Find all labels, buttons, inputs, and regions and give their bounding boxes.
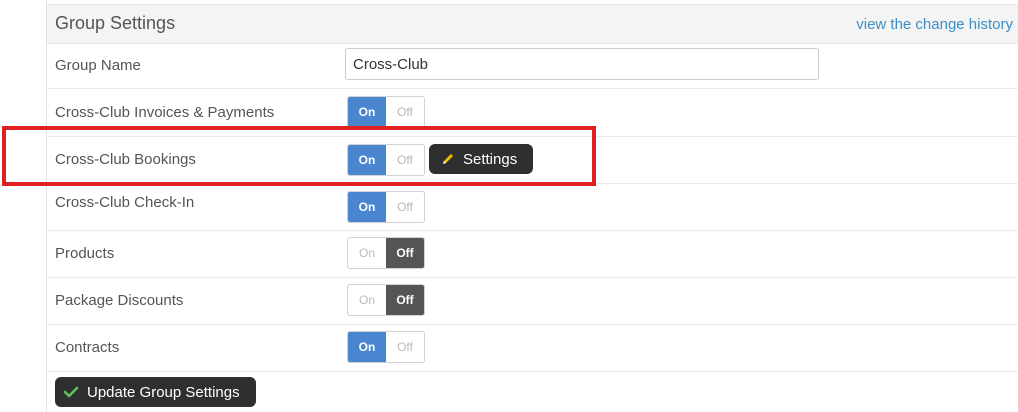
- page-title: Group Settings: [55, 13, 176, 33]
- checkmark-icon: [63, 385, 79, 399]
- package-discounts-toggle[interactable]: On Off: [347, 284, 425, 316]
- update-button-label: Update Group Settings: [87, 383, 240, 401]
- check-in-toggle[interactable]: On Off: [347, 191, 425, 223]
- bookings-toggle[interactable]: On Off: [347, 144, 425, 176]
- contracts-label: Contracts: [55, 339, 120, 356]
- check-in-label: Cross-Club Check-In: [55, 194, 195, 211]
- toggle-on-option[interactable]: On: [348, 238, 386, 268]
- products-toggle[interactable]: On Off: [347, 237, 425, 269]
- products-label: Products: [55, 245, 115, 262]
- bookings-row: Cross-Club Bookings On Off Settings: [47, 137, 1018, 184]
- contracts-toggle[interactable]: On Off: [347, 331, 425, 363]
- toggle-off-option[interactable]: Off: [386, 238, 424, 268]
- toggle-on-option[interactable]: On: [348, 285, 386, 315]
- package-discounts-row: Package Discounts On Off: [47, 278, 1018, 325]
- toggle-on-option[interactable]: On: [348, 332, 386, 362]
- toggle-on-option[interactable]: On: [348, 192, 386, 222]
- products-row: Products On Off: [47, 231, 1018, 278]
- toggle-off-option[interactable]: Off: [386, 145, 424, 175]
- bookings-settings-button[interactable]: Settings: [429, 144, 534, 174]
- contracts-row: Contracts On Off: [47, 325, 1018, 372]
- bookings-label: Cross-Club Bookings: [55, 151, 196, 168]
- toggle-off-option[interactable]: Off: [386, 97, 424, 127]
- toggle-off-option[interactable]: Off: [386, 332, 424, 362]
- invoices-payments-label: Cross-Club Invoices & Payments: [55, 104, 275, 121]
- toggle-off-option[interactable]: Off: [386, 285, 424, 315]
- group-settings-panel: Group Settings view the change history G…: [46, 0, 1018, 412]
- check-in-row: Cross-Club Check-In On Off: [47, 184, 1018, 231]
- panel-header: Group Settings view the change history: [47, 4, 1018, 44]
- invoices-payments-toggle[interactable]: On Off: [347, 96, 425, 128]
- change-history-link[interactable]: view the change history: [856, 16, 1013, 33]
- invoices-payments-row: Cross-Club Invoices & Payments On Off: [47, 89, 1018, 137]
- toggle-off-option[interactable]: Off: [386, 192, 424, 222]
- group-name-input[interactable]: [345, 48, 819, 80]
- group-name-label: Group Name: [55, 57, 141, 74]
- package-discounts-label: Package Discounts: [55, 292, 184, 309]
- settings-button-label: Settings: [463, 150, 518, 168]
- update-group-settings-button[interactable]: Update Group Settings: [55, 377, 256, 407]
- toggle-on-option[interactable]: On: [348, 97, 386, 127]
- pencil-icon: [441, 152, 455, 166]
- toggle-on-option[interactable]: On: [348, 145, 386, 175]
